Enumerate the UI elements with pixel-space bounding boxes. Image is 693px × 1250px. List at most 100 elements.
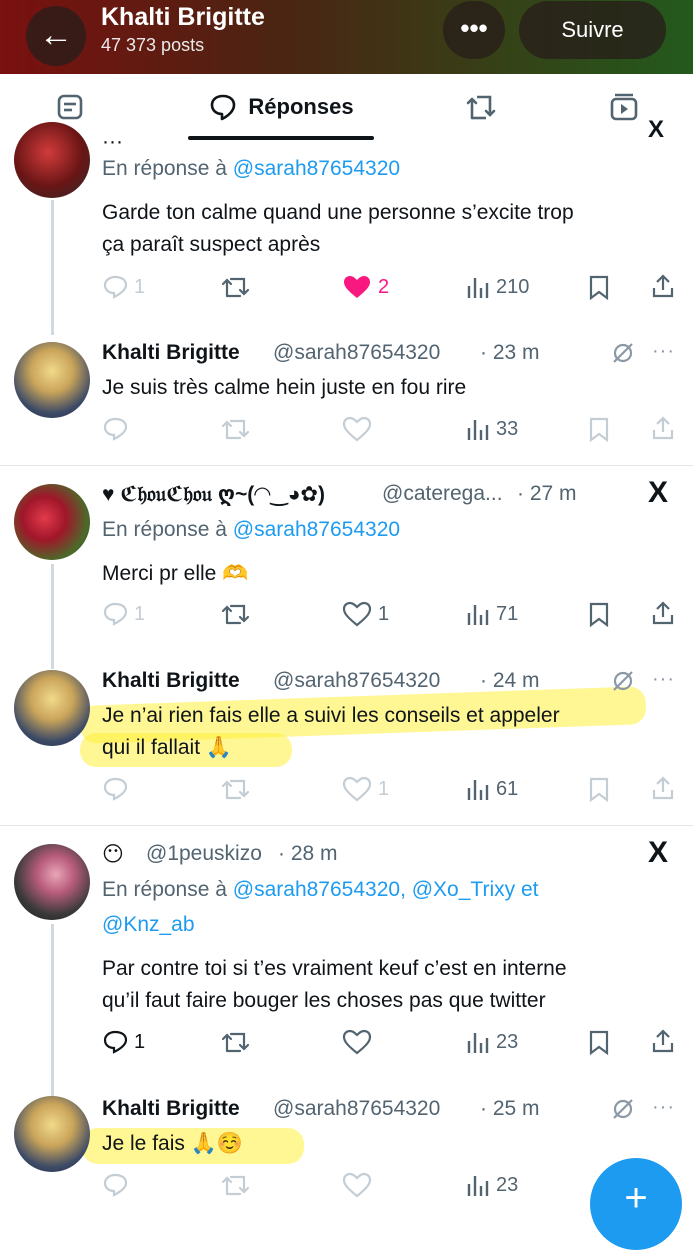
- x-logo-icon: X: [648, 836, 669, 869]
- mention-link[interactable]: @sarah87654320: [233, 157, 400, 180]
- reply-action[interactable]: [102, 416, 130, 442]
- back-arrow-icon: ←: [39, 16, 73, 54]
- like-action[interactable]: 1: [342, 776, 389, 802]
- bookmark-icon: [589, 417, 609, 442]
- bookmark-action[interactable]: [588, 776, 610, 802]
- reply-action[interactable]: 1: [102, 1029, 145, 1055]
- heart-icon: [342, 1172, 372, 1198]
- author-handle[interactable]: @caterega...: [382, 482, 503, 506]
- views-icon: [467, 605, 489, 625]
- views-icon: [467, 780, 489, 800]
- author-name[interactable]: ♥ ℭ𝔥𝔬𝔲ℭ𝔥𝔬𝔲 ღ~(◠‿◕✿): [102, 482, 325, 507]
- more-options-icon[interactable]: ···: [652, 340, 675, 363]
- share-icon: [652, 416, 674, 440]
- share-action[interactable]: [650, 414, 676, 442]
- views-stat[interactable]: 23: [466, 1172, 518, 1198]
- views-stat[interactable]: 210: [466, 274, 529, 300]
- views-stat[interactable]: 23: [466, 1029, 518, 1055]
- repost-icon: [221, 277, 250, 298]
- author-handle[interactable]: @1peuskizo: [146, 842, 262, 866]
- reply-action[interactable]: [102, 1172, 130, 1198]
- reply-action[interactable]: 1: [102, 274, 145, 300]
- repost-action[interactable]: [220, 416, 252, 442]
- reply-bubble-icon: [211, 94, 236, 121]
- heart-filled-icon: [344, 276, 370, 298]
- repost-icon: [221, 779, 250, 800]
- avatar[interactable]: [14, 670, 90, 746]
- repost-action[interactable]: [220, 1172, 252, 1198]
- bookmark-icon: [589, 1030, 609, 1055]
- more-options-icon[interactable]: ···: [652, 1096, 675, 1119]
- bookmark-action[interactable]: [588, 601, 610, 627]
- repost-action[interactable]: [220, 776, 252, 802]
- tab-reposts[interactable]: [450, 74, 514, 140]
- bookmark-action[interactable]: [588, 416, 610, 442]
- reply-text-line: Garde ton calme quand une personne s’exc…: [102, 201, 574, 224]
- author-handle[interactable]: @sarah87654320: [273, 1097, 440, 1121]
- bookmark-action[interactable]: [588, 274, 610, 300]
- reply-icon: [103, 1030, 128, 1054]
- reply-action[interactable]: 1: [102, 601, 145, 627]
- views-stat[interactable]: 33: [466, 416, 518, 442]
- repost-action[interactable]: [220, 274, 252, 300]
- reply-text-line: Par contre toi si t’es vraiment keuf c’e…: [102, 957, 567, 980]
- reply-icon: [103, 417, 128, 441]
- repost-icon: [221, 1175, 250, 1196]
- share-action[interactable]: [650, 1027, 676, 1055]
- author-emoji-name[interactable]: 😶: [102, 842, 124, 867]
- grok-icon: [613, 1099, 633, 1119]
- views-icon: [467, 278, 489, 298]
- tab-replies[interactable]: Réponses: [188, 74, 374, 140]
- reply-icon: [103, 777, 128, 801]
- author-handle[interactable]: @sarah87654320: [273, 669, 440, 693]
- avatar[interactable]: [14, 484, 90, 560]
- author-name[interactable]: Khalti Brigitte: [102, 1097, 240, 1121]
- like-action[interactable]: [342, 1029, 372, 1055]
- compose-button[interactable]: +: [590, 1158, 682, 1250]
- reply-action[interactable]: [102, 776, 130, 802]
- more-options-button[interactable]: •••: [443, 1, 505, 59]
- views-stat[interactable]: 61: [466, 776, 518, 802]
- mention-link[interactable]: @sarah87654320, @Xo_Trixy et: [233, 878, 539, 901]
- share-action[interactable]: [650, 774, 676, 802]
- author-name[interactable]: Khalti Brigitte: [102, 669, 240, 693]
- tab-media[interactable]: [592, 74, 656, 140]
- more-dots-icon: •••: [460, 13, 488, 43]
- post-time: · 24 m: [480, 669, 540, 692]
- bookmark-action[interactable]: [588, 1029, 610, 1055]
- heart-icon: [342, 601, 372, 627]
- like-action[interactable]: [342, 416, 372, 442]
- like-action[interactable]: 1: [342, 601, 389, 627]
- repost-action[interactable]: [220, 601, 252, 627]
- bookmark-icon: [589, 275, 609, 300]
- avatar[interactable]: [14, 122, 90, 198]
- grok-action[interactable]: [610, 668, 636, 694]
- reply-context: En réponse à @sarah87654320, @Xo_Trixy e…: [102, 878, 539, 901]
- like-action[interactable]: [342, 1172, 372, 1198]
- share-action[interactable]: [650, 599, 676, 627]
- repost-icon: [221, 1032, 250, 1053]
- avatar[interactable]: [14, 342, 90, 418]
- repost-icon: [221, 604, 250, 625]
- avatar[interactable]: [14, 1096, 90, 1172]
- follow-button[interactable]: Suivre: [519, 1, 666, 59]
- like-action[interactable]: 2: [342, 274, 389, 300]
- mention-link[interactable]: @Knz_ab: [102, 913, 195, 936]
- reply-context: @Knz_ab: [102, 913, 195, 937]
- heart-icon: [342, 1029, 372, 1055]
- avatar[interactable]: [14, 844, 90, 920]
- author-name[interactable]: Khalti Brigitte: [102, 341, 240, 365]
- grok-action[interactable]: [610, 340, 636, 366]
- tab-replies-label: Réponses: [248, 94, 354, 119]
- divider: [0, 465, 693, 466]
- more-options-icon[interactable]: ···: [652, 668, 675, 691]
- mention-link[interactable]: @sarah87654320: [233, 518, 400, 541]
- grok-action[interactable]: [610, 1096, 636, 1122]
- share-action[interactable]: [650, 272, 676, 300]
- back-button[interactable]: ←: [26, 6, 86, 66]
- views-stat[interactable]: 71: [466, 601, 518, 627]
- x-logo-icon: X: [648, 116, 665, 143]
- author-handle[interactable]: @sarah87654320: [273, 341, 440, 365]
- post-time: · 28 m: [278, 842, 338, 865]
- repost-action[interactable]: [220, 1029, 252, 1055]
